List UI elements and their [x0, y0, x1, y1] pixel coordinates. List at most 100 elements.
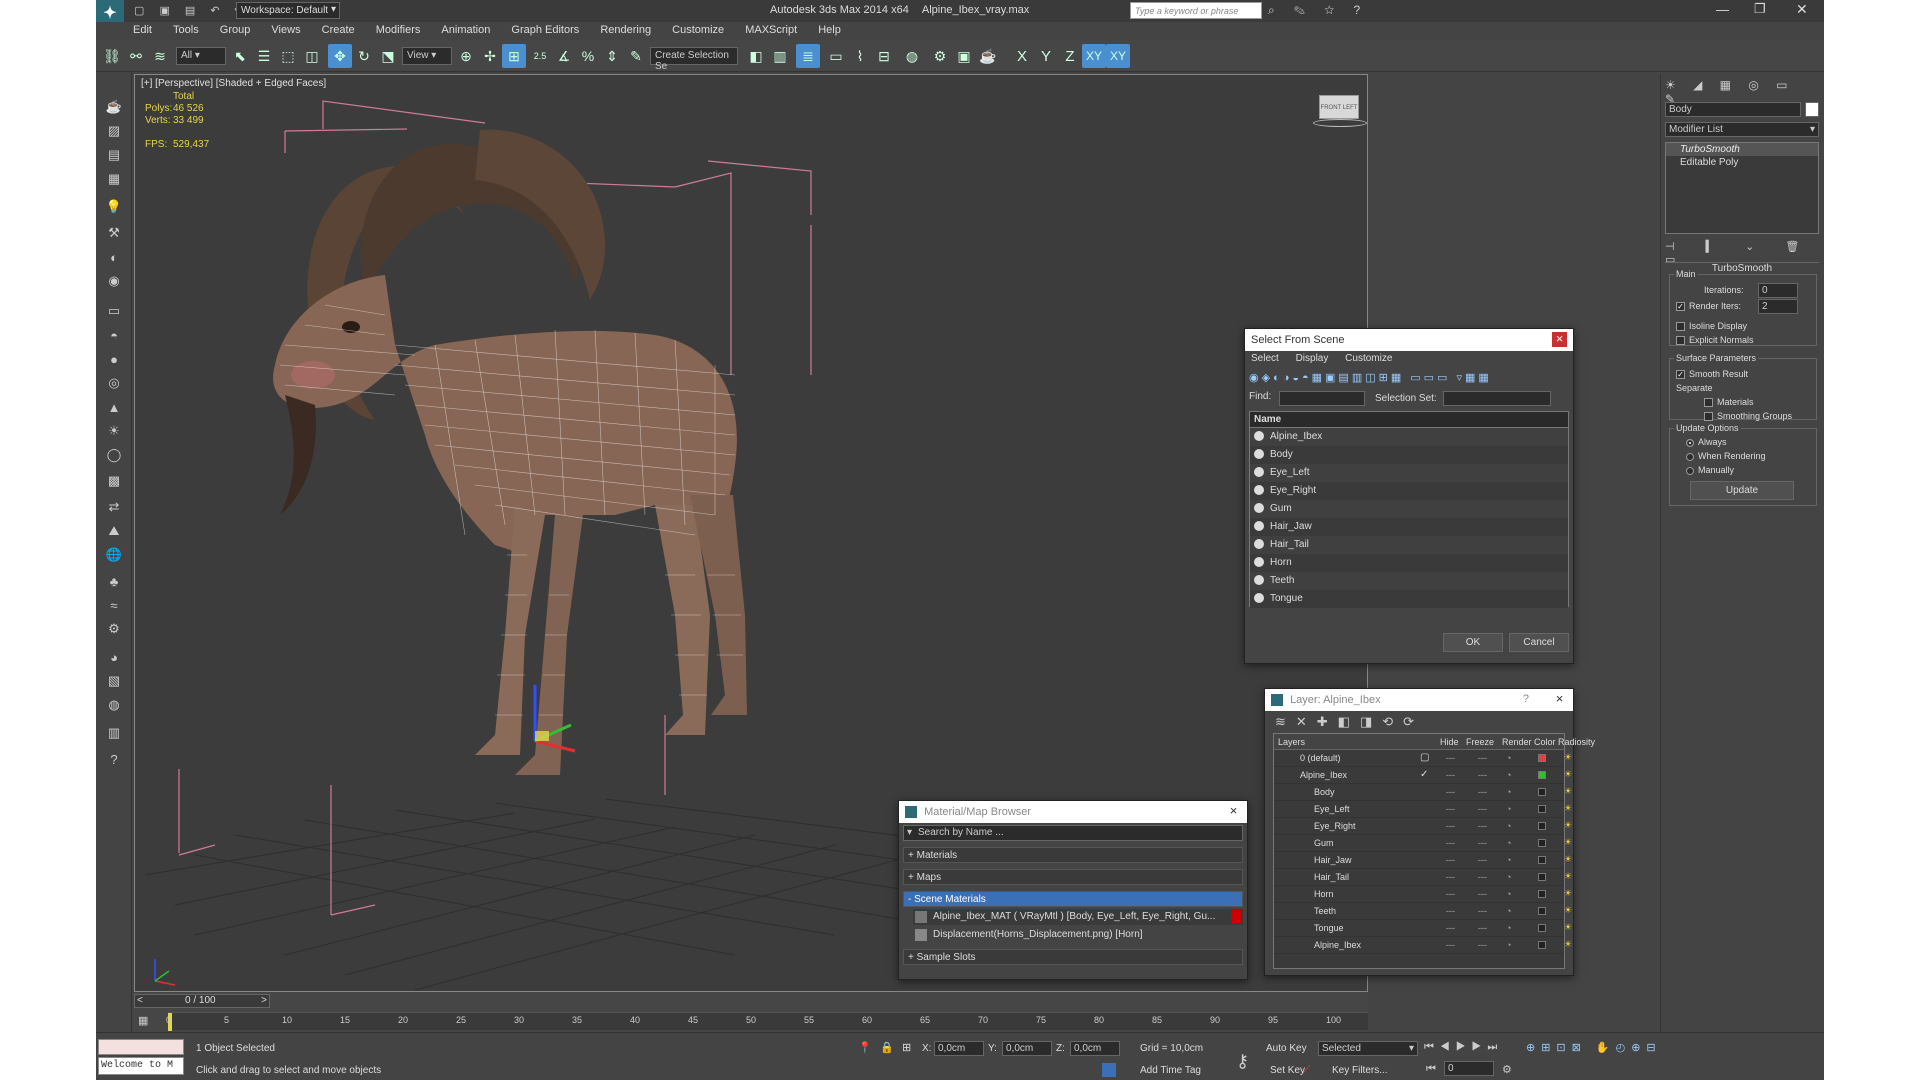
- stack-controls[interactable]: ⊣ ▍ ⌄ 🗑 ▭: [1665, 240, 1819, 266]
- layer-row[interactable]: Tongue --- --- ◔ ☀: [1274, 920, 1572, 937]
- freeze-toggle[interactable]: ---: [1478, 787, 1487, 797]
- radiosity-icon[interactable]: ☀: [1564, 752, 1572, 763]
- menu-graph-editors[interactable]: Graph Editors: [502, 22, 588, 38]
- x-coord-input[interactable]: 0,0cm: [934, 1041, 984, 1056]
- hide-toggle[interactable]: ---: [1446, 821, 1455, 831]
- scene-map-item[interactable]: Displacement(Horns_Displacement.png) [Ho…: [913, 927, 1243, 943]
- scene-object-row[interactable]: Gum: [1250, 500, 1568, 518]
- torus-icon[interactable]: ◎: [102, 372, 126, 394]
- scene-object-row[interactable]: Tongue: [1250, 590, 1568, 608]
- help-button[interactable]: ?: [1523, 693, 1529, 705]
- add-time-tag[interactable]: Add Time Tag: [1140, 1065, 1201, 1076]
- key-filter-icon[interactable]: ⟋: [1302, 1063, 1310, 1078]
- sphere-icon[interactable]: ●: [102, 348, 126, 370]
- stack-item-editable-poly[interactable]: Editable Poly: [1666, 156, 1818, 169]
- keyboard-shortcut-override-icon[interactable]: ⊞: [502, 44, 526, 68]
- radiosity-icon[interactable]: ☀: [1564, 854, 1572, 865]
- hide-toggle[interactable]: ---: [1446, 906, 1455, 916]
- always-radio[interactable]: [1686, 438, 1694, 447]
- y-coord-input[interactable]: 0,0cm: [1002, 1041, 1052, 1056]
- menu-customize[interactable]: Customize: [663, 22, 733, 38]
- isolate-icon[interactable]: 📍: [858, 1041, 872, 1054]
- gear-icon[interactable]: ⚙: [102, 618, 126, 640]
- radiosity-icon[interactable]: ☀: [1564, 939, 1572, 950]
- layer-row[interactable]: Hair_Jaw --- --- ◔ ☀: [1274, 852, 1572, 869]
- section-maps[interactable]: + Maps: [903, 869, 1243, 885]
- freeze-toggle[interactable]: ---: [1478, 872, 1487, 882]
- hide-toggle[interactable]: ---: [1446, 753, 1455, 763]
- grid-icon[interactable]: ▩: [102, 470, 126, 492]
- command-tabs[interactable]: ☀ ◢ ▦ ◎ ▭ ✎: [1665, 78, 1821, 106]
- col-freeze[interactable]: Freeze: [1466, 737, 1494, 747]
- table-icon[interactable]: ▦: [102, 168, 126, 190]
- layer-current-indicator[interactable]: ▢: [1420, 752, 1429, 763]
- goto-start-icon[interactable]: ⏮: [1426, 1063, 1436, 1076]
- bind-space-warp-icon[interactable]: ≋: [148, 44, 172, 68]
- col-layers[interactable]: Layers: [1278, 737, 1305, 747]
- when-rendering-radio-row[interactable]: When Rendering: [1686, 451, 1766, 461]
- layer-dialog-title-bar[interactable]: Layer: Alpine_Ibex ? ×: [1265, 689, 1573, 711]
- layer-color-swatch[interactable]: [1538, 822, 1546, 830]
- isoline-display-checkbox[interactable]: [1676, 322, 1685, 332]
- time-slider[interactable]: < 0 / 100 >: [134, 994, 270, 1008]
- layer-toolbar[interactable]: ≋✕✚◧◨⟲⟳: [1265, 711, 1573, 733]
- layer-color-swatch[interactable]: [1538, 788, 1546, 796]
- manually-radio[interactable]: [1686, 466, 1694, 475]
- window-crossing-icon[interactable]: ◫: [300, 44, 324, 68]
- isoline-display-row[interactable]: Isoline Display: [1676, 321, 1747, 332]
- render-iters-checkbox[interactable]: ✓: [1676, 302, 1685, 312]
- layer-row[interactable]: 0 (default) ▢ --- --- ◔ ☀: [1274, 750, 1572, 767]
- menu-group[interactable]: Group: [211, 22, 260, 38]
- viewcube-face[interactable]: FRONT LEFT: [1319, 95, 1359, 119]
- layer-color-swatch[interactable]: [1538, 839, 1546, 847]
- link-icon[interactable]: ⛓: [100, 44, 124, 68]
- radiosity-icon[interactable]: ☀: [1564, 820, 1572, 831]
- render-toggle[interactable]: ◔: [1506, 821, 1511, 831]
- close-icon[interactable]: ×: [1226, 804, 1241, 819]
- help-icon[interactable]: ?: [102, 748, 126, 770]
- always-radio-row[interactable]: Always: [1686, 437, 1727, 447]
- snaps-toggle-icon[interactable]: 2.5: [528, 44, 552, 68]
- render-iters-row[interactable]: ✓ Render Iters:: [1676, 301, 1741, 312]
- tree-icon[interactable]: ♣: [102, 570, 126, 592]
- section-sample-slots[interactable]: + Sample Slots: [903, 949, 1243, 965]
- layer-row[interactable]: Eye_Left --- --- ◔ ☀: [1274, 801, 1572, 818]
- key-icon[interactable]: ⚷: [1236, 1051, 1249, 1072]
- maximize-button[interactable]: ❐: [1754, 1, 1766, 17]
- pivot-center-icon[interactable]: ⊕: [454, 44, 478, 68]
- hide-toggle[interactable]: ---: [1446, 872, 1455, 882]
- col-color[interactable]: Color: [1534, 737, 1556, 747]
- hide-toggle[interactable]: ---: [1446, 923, 1455, 933]
- mirror-icon[interactable]: ◧: [744, 44, 768, 68]
- hide-toggle[interactable]: ---: [1446, 855, 1455, 865]
- freeze-toggle[interactable]: ---: [1478, 855, 1487, 865]
- sun-icon[interactable]: ☀: [102, 420, 126, 442]
- infocenter-icons[interactable]: ⌕ ✎ ☆ ?: [1268, 3, 1368, 18]
- layer-row[interactable]: Gum --- --- ◔ ☀: [1274, 835, 1572, 852]
- rect-selection-icon[interactable]: ⬚: [276, 44, 300, 68]
- render-toggle[interactable]: ◔: [1506, 804, 1511, 814]
- layer-row[interactable]: Alpine_Ibex --- --- ◔ ☀: [1274, 937, 1572, 954]
- manually-radio-row[interactable]: Manually: [1686, 465, 1734, 475]
- radiosity-icon[interactable]: ☀: [1564, 905, 1572, 916]
- col-render[interactable]: Render: [1502, 737, 1532, 747]
- workspace-dropdown[interactable]: Workspace: Default ▾: [236, 2, 340, 19]
- ball-icon[interactable]: ◕: [102, 646, 126, 668]
- explicit-normals-checkbox[interactable]: [1676, 336, 1685, 346]
- select-by-name-icon[interactable]: ☰: [252, 44, 276, 68]
- scene-material-item[interactable]: Alpine_Ibex_MAT ( VRayMtl ) [Body, Eye_L…: [913, 909, 1243, 925]
- menu-tools[interactable]: Tools: [164, 22, 208, 38]
- render-toggle[interactable]: ◔: [1506, 889, 1511, 899]
- name-column-header[interactable]: Name: [1250, 412, 1568, 428]
- layer-color-swatch[interactable]: [1538, 924, 1546, 932]
- menu-select[interactable]: Select: [1251, 353, 1279, 364]
- menu-edit[interactable]: Edit: [124, 22, 161, 38]
- smooth-result-row[interactable]: ✓ Smooth Result: [1676, 369, 1748, 380]
- col-radiosity[interactable]: Radiosity: [1558, 737, 1595, 747]
- section-scene-materials[interactable]: - Scene Materials: [903, 891, 1243, 907]
- menu-display[interactable]: Display: [1296, 353, 1329, 364]
- edit-named-selection-icon[interactable]: ✎: [624, 44, 648, 68]
- hide-toggle[interactable]: ---: [1446, 838, 1455, 848]
- render-icon[interactable]: ▧: [102, 670, 126, 692]
- col-hide[interactable]: Hide: [1440, 737, 1459, 747]
